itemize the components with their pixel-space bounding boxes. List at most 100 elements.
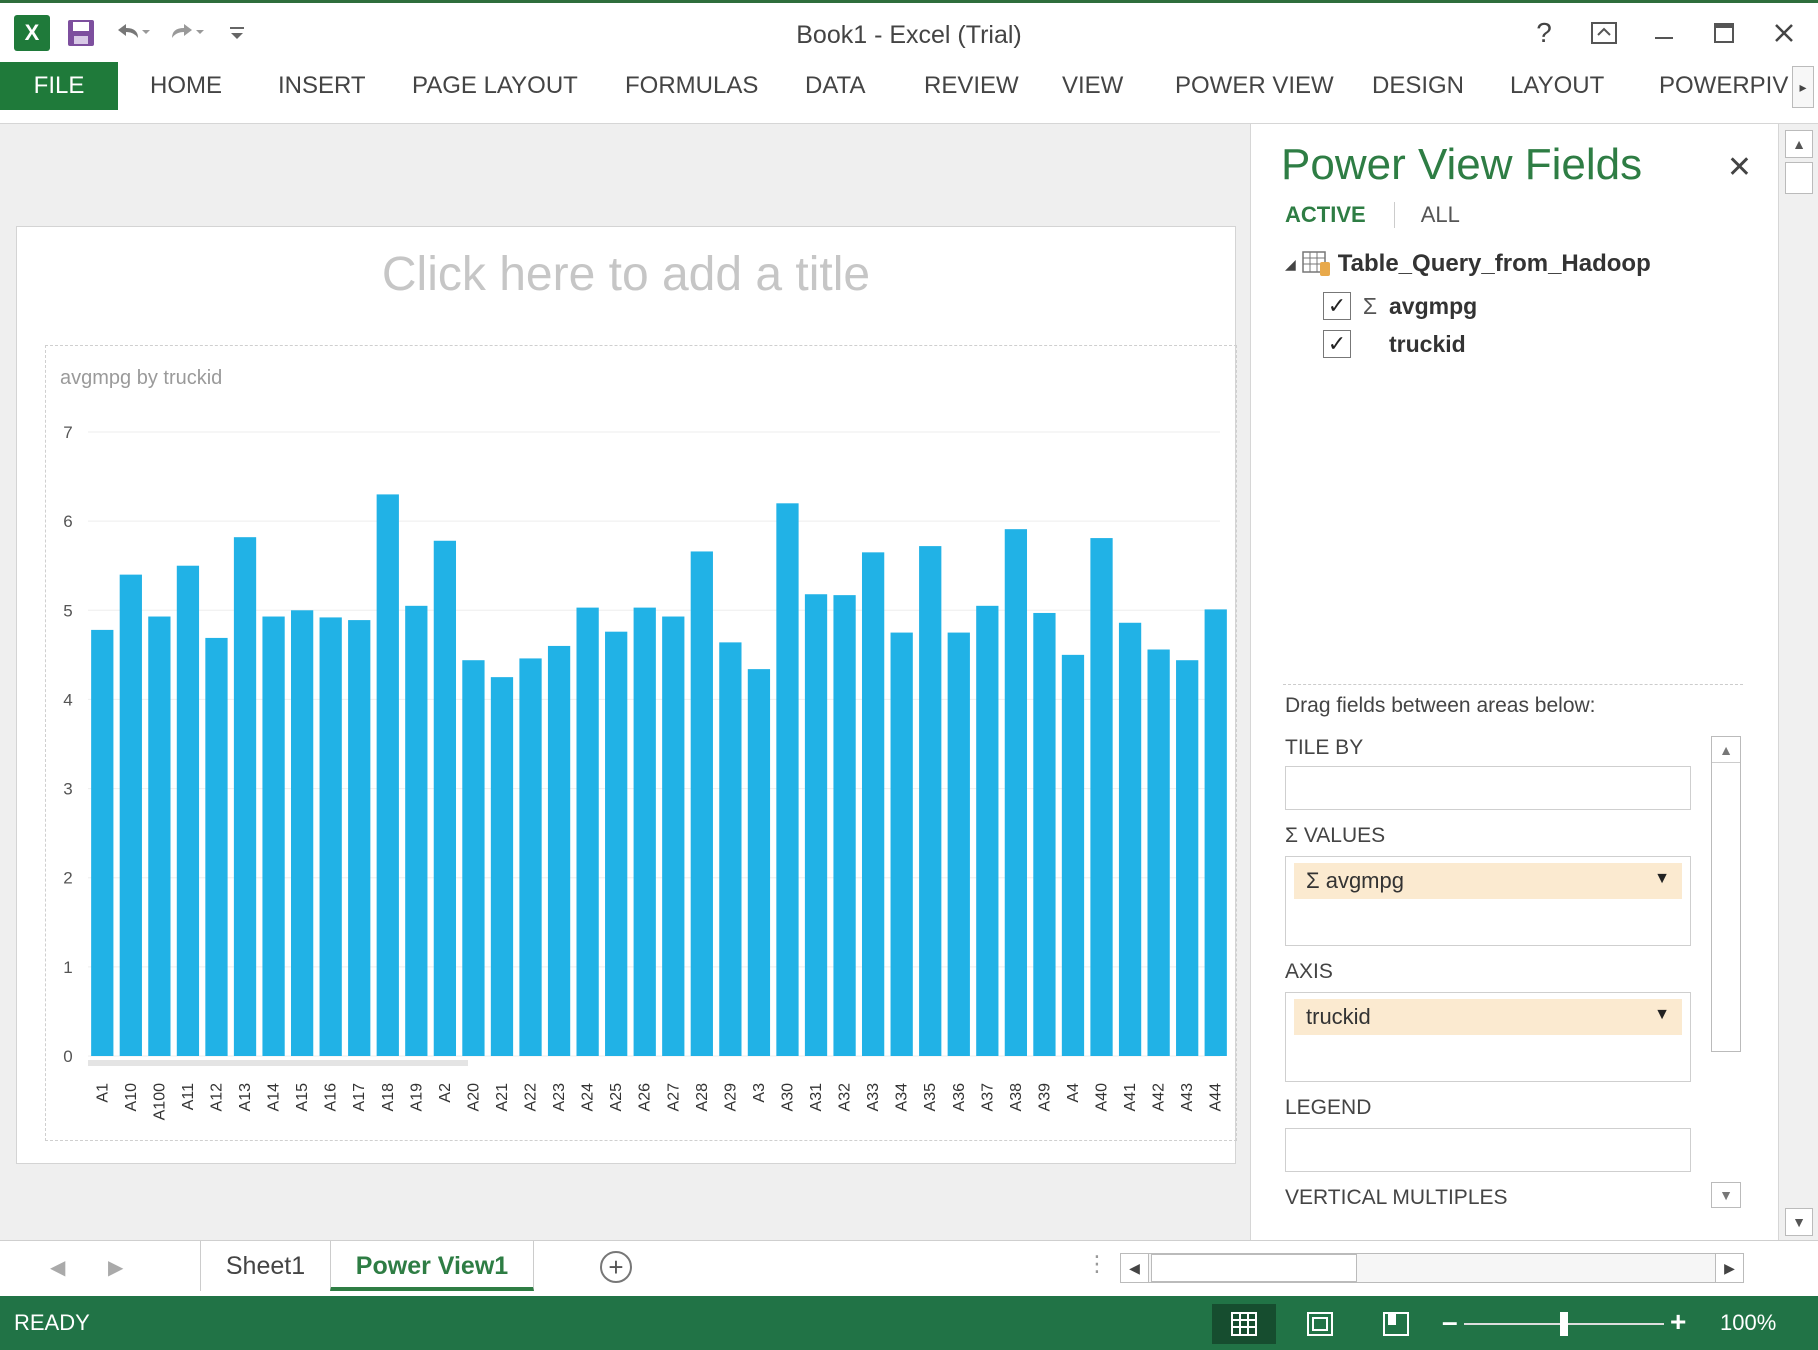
- close-icon[interactable]: [1766, 15, 1802, 51]
- scroll-down-icon[interactable]: ▼: [1711, 1182, 1741, 1208]
- maximize-icon[interactable]: [1706, 15, 1742, 51]
- bar[interactable]: [119, 574, 142, 1056]
- page-layout-view-icon[interactable]: [1288, 1304, 1352, 1344]
- pane-close-icon[interactable]: ✕: [1727, 150, 1752, 185]
- dropdown-arrow-icon[interactable]: ▼: [1654, 1006, 1670, 1024]
- bar[interactable]: [833, 595, 856, 1056]
- bar[interactable]: [976, 605, 999, 1056]
- vertical-scrollbar[interactable]: ▲ ▼: [1778, 124, 1818, 1240]
- sheet-nav-left-icon[interactable]: ◀: [50, 1255, 65, 1280]
- field-checkbox[interactable]: ✓: [1323, 330, 1351, 358]
- bar[interactable]: [1204, 609, 1227, 1056]
- bar[interactable]: [462, 660, 485, 1056]
- horizontal-scrollbar[interactable]: ◀ ▶: [1120, 1253, 1744, 1283]
- bar[interactable]: [861, 552, 885, 1056]
- page-break-view-icon[interactable]: [1364, 1304, 1428, 1344]
- bar[interactable]: [1061, 654, 1085, 1056]
- bar[interactable]: [519, 658, 542, 1056]
- bar[interactable]: [262, 616, 285, 1056]
- bar[interactable]: [776, 503, 799, 1056]
- ribbon-display-icon[interactable]: [1586, 15, 1622, 51]
- scroll-up-icon[interactable]: ▲: [1785, 130, 1813, 158]
- bar[interactable]: [1147, 649, 1170, 1056]
- field-truckid[interactable]: ✓ truckid: [1323, 330, 1466, 358]
- bar[interactable]: [1176, 660, 1199, 1056]
- bar[interactable]: [662, 616, 685, 1056]
- tab-insert[interactable]: INSERT: [278, 62, 366, 110]
- title-placeholder[interactable]: Click here to add a title: [17, 247, 1235, 302]
- bar[interactable]: [547, 645, 571, 1056]
- chart-frame[interactable]: avgmpg by truckid 0 1 2 3 4 5 6 7 A1 A10 A100 A11 A12…: [45, 345, 1237, 1141]
- bar[interactable]: [148, 616, 171, 1056]
- field-checkbox[interactable]: ✓: [1323, 292, 1351, 320]
- collapse-triangle-icon[interactable]: ◢: [1285, 256, 1296, 273]
- bar[interactable]: [376, 494, 399, 1056]
- tab-review[interactable]: REVIEW: [924, 62, 1019, 110]
- tab-layout[interactable]: LAYOUT: [1510, 62, 1604, 110]
- scroll-thumb[interactable]: [1785, 162, 1813, 194]
- tile-by-drop-area[interactable]: [1285, 766, 1691, 810]
- bar[interactable]: [1118, 622, 1142, 1056]
- bar[interactable]: [605, 631, 628, 1056]
- tab-data[interactable]: DATA: [805, 62, 865, 110]
- bar[interactable]: [890, 632, 913, 1056]
- bar[interactable]: [633, 607, 656, 1056]
- tab-formulas[interactable]: FORMULAS: [625, 62, 758, 110]
- scroll-thumb[interactable]: [1151, 1254, 1357, 1282]
- bar[interactable]: [348, 620, 371, 1056]
- add-sheet-icon[interactable]: +: [600, 1251, 632, 1283]
- tab-view[interactable]: VIEW: [1062, 62, 1123, 110]
- tab-home[interactable]: HOME: [150, 62, 222, 110]
- normal-view-icon[interactable]: [1212, 1304, 1276, 1344]
- bar[interactable]: [919, 546, 942, 1056]
- zoom-level[interactable]: 100%: [1720, 1310, 1776, 1336]
- bar[interactable]: [719, 642, 742, 1056]
- tab-page-layout[interactable]: PAGE LAYOUT: [412, 62, 578, 110]
- tab-powerpivot[interactable]: POWERPIVOT: [1659, 62, 1789, 110]
- tab-file[interactable]: FILE: [0, 62, 118, 110]
- scroll-right-icon[interactable]: ▶: [1715, 1254, 1743, 1282]
- help-icon[interactable]: ?: [1526, 15, 1562, 51]
- bar[interactable]: [490, 677, 514, 1056]
- legend-drop-area[interactable]: [1285, 1128, 1691, 1172]
- bar[interactable]: [91, 629, 114, 1056]
- areas-scrollbar[interactable]: ▲: [1711, 736, 1741, 1052]
- scroll-left-icon[interactable]: ◀: [1121, 1254, 1149, 1282]
- bar[interactable]: [947, 632, 970, 1056]
- tab-all[interactable]: ALL: [1395, 202, 1460, 228]
- bar[interactable]: [205, 637, 228, 1056]
- sheet-nav-right-icon[interactable]: ▶: [108, 1255, 123, 1280]
- split-handle-icon[interactable]: ⋮: [1086, 1251, 1108, 1277]
- bar[interactable]: [233, 537, 257, 1056]
- bar[interactable]: [176, 565, 200, 1056]
- values-drop-area[interactable]: Σ avgmpg ▼: [1285, 856, 1691, 946]
- bar[interactable]: [1090, 538, 1113, 1056]
- axis-drop-area[interactable]: truckid ▼: [1285, 992, 1691, 1082]
- sheet-tab-sheet1[interactable]: Sheet1: [200, 1241, 330, 1291]
- field-avgmpg[interactable]: ✓ Σ avgmpg: [1323, 292, 1477, 320]
- table-node[interactable]: ◢ Table_Query_from_Hadoop: [1285, 250, 1651, 278]
- zoom-in-icon[interactable]: +: [1670, 1306, 1686, 1338]
- values-field-pill[interactable]: Σ avgmpg ▼: [1294, 863, 1682, 899]
- tab-power-view[interactable]: POWER VIEW: [1175, 62, 1334, 110]
- sheet-tab-power-view1[interactable]: Power View1: [330, 1241, 534, 1291]
- bar[interactable]: [804, 594, 828, 1056]
- minimize-icon[interactable]: [1646, 15, 1682, 51]
- bar[interactable]: [576, 607, 599, 1056]
- tab-active[interactable]: ACTIVE: [1285, 202, 1395, 228]
- axis-field-pill[interactable]: truckid ▼: [1294, 999, 1682, 1035]
- bar[interactable]: [290, 610, 314, 1056]
- bar[interactable]: [405, 605, 428, 1056]
- bar[interactable]: [1033, 612, 1056, 1056]
- bar[interactable]: [747, 669, 771, 1056]
- dropdown-arrow-icon[interactable]: ▼: [1654, 870, 1670, 888]
- bar[interactable]: [690, 551, 713, 1056]
- tab-design[interactable]: DESIGN: [1372, 62, 1464, 110]
- bar[interactable]: [433, 540, 457, 1056]
- scroll-up-icon[interactable]: ▲: [1712, 737, 1740, 763]
- scroll-down-icon[interactable]: ▼: [1785, 1208, 1813, 1236]
- bar[interactable]: [1004, 529, 1028, 1056]
- ribbon-scroll-right-icon[interactable]: ▸: [1792, 66, 1814, 108]
- zoom-out-icon[interactable]: –: [1442, 1306, 1458, 1338]
- bar[interactable]: [319, 617, 342, 1056]
